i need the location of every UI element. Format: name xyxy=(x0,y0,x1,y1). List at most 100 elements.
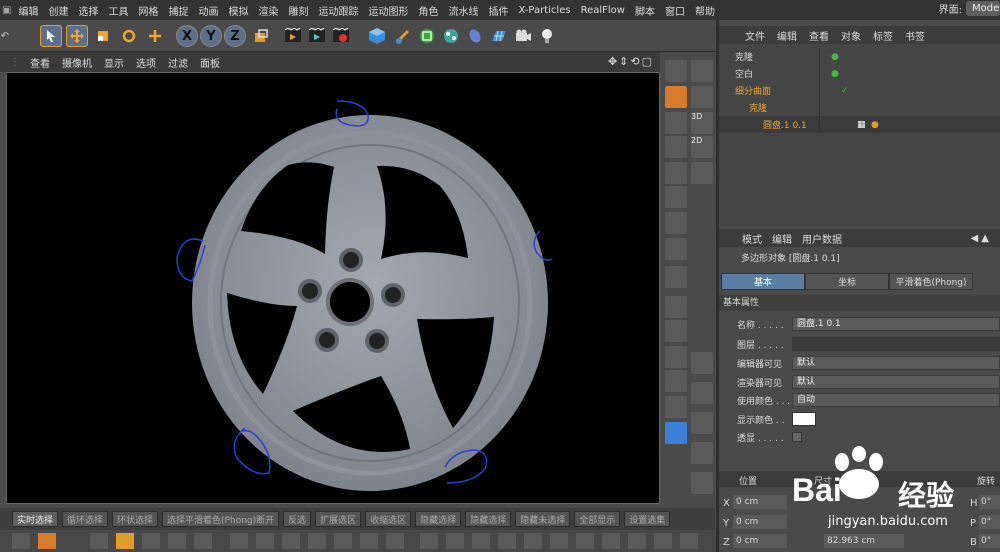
z-axis-lock[interactable]: Z xyxy=(224,25,246,47)
grow-selection-button[interactable]: 扩展选区 xyxy=(315,511,362,527)
bottom-tool-icon[interactable] xyxy=(602,533,620,549)
app-icon[interactable]: ▣ xyxy=(0,5,13,16)
menu-item-pipeline[interactable]: 流水线 xyxy=(443,3,483,18)
menu-item-character[interactable]: 角色 xyxy=(413,3,443,18)
bottom-tool-icon[interactable] xyxy=(142,533,160,549)
menu-item-sculpt[interactable]: 雕刻 xyxy=(283,3,313,18)
coordinate-system-icon[interactable] xyxy=(250,25,272,47)
extrude-icon[interactable] xyxy=(665,396,687,418)
axis-tool-icon[interactable] xyxy=(691,352,713,374)
knife-icon[interactable] xyxy=(665,320,687,342)
deformer-icon[interactable] xyxy=(464,25,486,47)
model-mode-icon[interactable] xyxy=(665,86,687,108)
menu-item-tools[interactable]: 工具 xyxy=(103,3,133,18)
object-name[interactable]: 克隆 xyxy=(735,50,753,63)
bottom-tool-icon[interactable] xyxy=(498,533,516,549)
workplane-icon[interactable] xyxy=(665,212,687,234)
menu-item-window[interactable]: 窗口 xyxy=(660,3,690,18)
bottom-tool-icon[interactable] xyxy=(282,533,300,549)
loop-selection-button[interactable]: 循环选择 xyxy=(62,511,109,527)
interface-mode-select[interactable]: Mode xyxy=(966,1,1000,16)
bottom-tool-icon[interactable] xyxy=(680,533,698,549)
render-view-icon[interactable] xyxy=(282,25,304,47)
bottom-tool-icon[interactable] xyxy=(360,533,378,549)
nav-arrows-icon[interactable]: ◀ ▲ xyxy=(965,233,994,244)
attr-subtab-phong[interactable]: 平滑着色(Phong) xyxy=(889,273,973,290)
viewport-menu-cameras[interactable]: 摄像机 xyxy=(56,55,98,70)
bottom-tool-icon[interactable] xyxy=(524,533,542,549)
object-row[interactable]: 克隆 ● xyxy=(719,48,1000,65)
viewport-menu-panel[interactable]: 面板 xyxy=(194,55,226,70)
menu-item-render[interactable]: 渲染 xyxy=(253,3,283,18)
3d-snap-icon[interactable]: 3D xyxy=(691,112,713,134)
xyz-axis-icon[interactable] xyxy=(665,238,687,260)
editor-visible-select[interactable]: 默认 xyxy=(792,356,1000,370)
viewport-navigation-icons[interactable]: ✥⇕⟲▢ xyxy=(608,55,654,68)
unhide-all-button[interactable]: 全部显示 xyxy=(574,511,621,527)
undo-icon[interactable]: ↶ xyxy=(0,25,10,47)
menu-item-script[interactable]: 脚本 xyxy=(630,3,660,18)
texture-mode-icon[interactable] xyxy=(665,112,687,134)
menu-item-realflow[interactable]: RealFlow xyxy=(576,5,630,16)
bottom-tool-icon[interactable] xyxy=(38,533,56,549)
scale-tool-icon[interactable] xyxy=(92,25,114,47)
cube-icon[interactable] xyxy=(366,25,388,47)
enabled-check-icon[interactable]: ✓ xyxy=(841,86,849,96)
am-tab-edit[interactable]: 编辑 xyxy=(767,231,797,246)
recent-tool-icon[interactable] xyxy=(144,25,166,47)
om-tab-file[interactable]: 文件 xyxy=(739,28,771,43)
menu-item-create[interactable]: 创建 xyxy=(43,3,73,18)
live-select-icon[interactable] xyxy=(40,25,62,47)
object-name[interactable]: 细分曲面 xyxy=(735,84,771,97)
points-mode-icon[interactable] xyxy=(665,136,687,158)
pen-spline-icon[interactable] xyxy=(392,25,414,47)
uv-points-icon[interactable] xyxy=(665,186,687,208)
phong-tag-icon[interactable]: ▦ xyxy=(857,120,866,130)
menu-item-motion-tracking[interactable]: 运动跟踪 xyxy=(313,3,363,18)
layer-field[interactable] xyxy=(792,337,1000,351)
polygon-pen-icon[interactable] xyxy=(665,370,687,392)
material-icon[interactable] xyxy=(665,422,687,444)
menu-item-simulate[interactable]: 模拟 xyxy=(223,3,253,18)
magnet-icon[interactable] xyxy=(691,60,713,82)
viewport-menu-display[interactable]: 显示 xyxy=(98,55,130,70)
object-name[interactable]: 克隆 xyxy=(749,101,767,114)
attr-subtab-coord[interactable]: 坐标 xyxy=(805,273,889,290)
y-axis-lock[interactable]: Y xyxy=(200,25,222,47)
phong-break-selection-button[interactable]: 选择平滑着色(Phong)断开 xyxy=(162,511,280,527)
3d-viewport[interactable] xyxy=(6,72,660,504)
locked-workplane-icon[interactable] xyxy=(665,266,687,288)
object-row[interactable]: 细分曲面 ✓ xyxy=(719,82,1000,99)
bottom-tool-icon[interactable] xyxy=(12,533,30,549)
object-row[interactable]: 空白 ● xyxy=(719,65,1000,82)
material-tag-icon[interactable]: ● xyxy=(871,120,879,130)
menu-item-plugins[interactable]: 插件 xyxy=(483,3,513,18)
bottom-tool-icon[interactable] xyxy=(628,533,646,549)
menu-item-help[interactable]: 帮助 xyxy=(690,3,720,18)
light-icon[interactable] xyxy=(536,25,558,47)
menu-item-edit[interactable]: 编辑 xyxy=(13,3,43,18)
bottom-tool-icon[interactable] xyxy=(386,533,404,549)
subdivision-surface-icon[interactable] xyxy=(416,25,438,47)
om-tab-objects[interactable]: 对象 xyxy=(835,28,867,43)
bottom-tool-icon[interactable] xyxy=(334,533,352,549)
display-color-swatch[interactable] xyxy=(792,412,816,426)
camera-icon[interactable] xyxy=(512,25,534,47)
set-selection-button[interactable]: 设置选集 xyxy=(624,511,671,527)
shrink-selection-button[interactable]: 收缩选区 xyxy=(365,511,412,527)
om-tab-bookmarks[interactable]: 书签 xyxy=(899,28,931,43)
viewport-menu-filter[interactable]: 过滤 xyxy=(162,55,194,70)
om-tab-view[interactable]: 查看 xyxy=(803,28,835,43)
bottom-tool-icon[interactable] xyxy=(256,533,274,549)
menu-item-xparticles[interactable]: X-Particles xyxy=(513,5,575,16)
sculpt-flatten-icon[interactable] xyxy=(691,472,713,494)
ring-selection-button[interactable]: 环状选择 xyxy=(112,511,159,527)
make-editable-icon[interactable] xyxy=(665,60,687,82)
slice-icon[interactable] xyxy=(665,296,687,318)
bottom-tool-icon[interactable] xyxy=(308,533,326,549)
xray-checkbox[interactable] xyxy=(792,432,802,442)
viewport-menu-view[interactable]: 查看 xyxy=(24,55,56,70)
sculpt-grab-icon[interactable] xyxy=(691,382,713,404)
menu-item-select[interactable]: 选择 xyxy=(73,3,103,18)
rotate-tool-icon[interactable] xyxy=(118,25,140,47)
